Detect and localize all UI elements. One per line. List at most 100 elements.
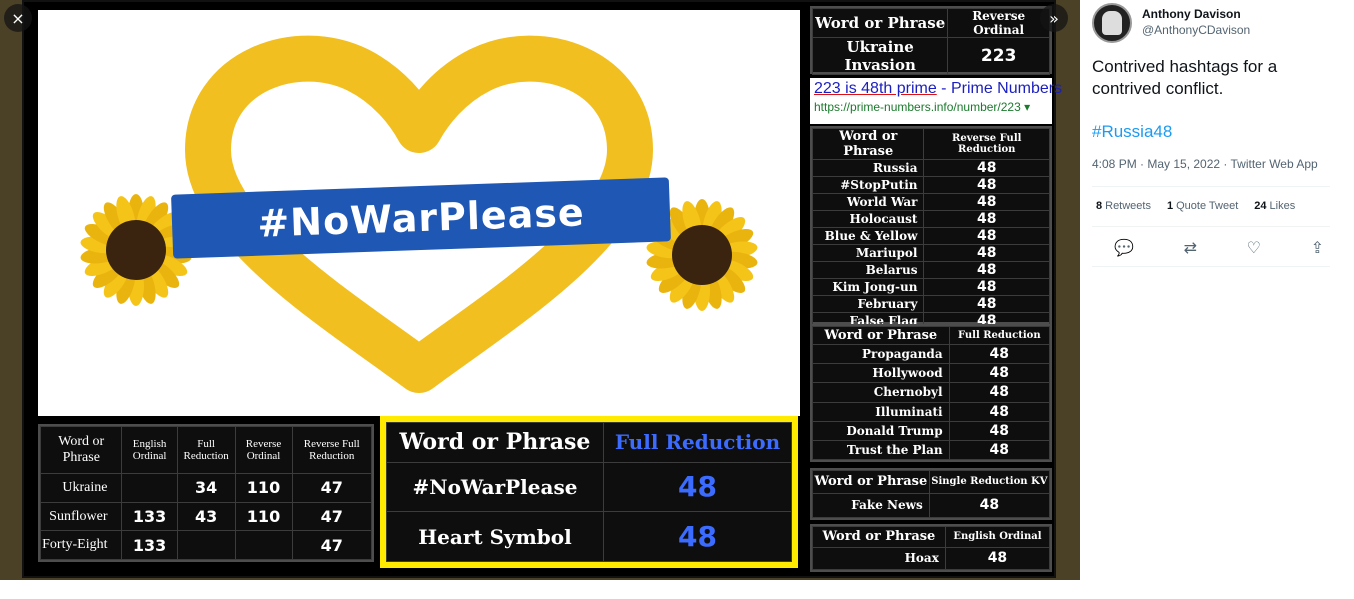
cell-value: 48: [948, 401, 1051, 422]
cell-value: 48: [923, 159, 1050, 177]
row-label: #StopPutin: [811, 176, 925, 194]
table-ukraine-invasion: Word or Phrase Reverse Ordinal Ukraine I…: [810, 6, 1052, 75]
row-label: Propaganda: [812, 344, 950, 365]
cell-value: 48: [923, 278, 1050, 296]
tweet-actions: 💬 ⇄ ♡ ⇪: [1114, 238, 1324, 257]
row-label: Blue & Yellow: [811, 227, 925, 245]
prime-result-url: https://prime-numbers.info/number/223 ▾: [814, 100, 1031, 114]
tweet-image[interactable]: #NoWarPlease Word or Phrase English Ordi…: [22, 0, 1062, 578]
table-row: #NoWarPlease 48: [386, 461, 793, 513]
retweets-count: 8: [1096, 200, 1103, 212]
divider: [1092, 266, 1330, 267]
table-row: Hoax 48: [812, 546, 1051, 571]
cell-value: 48: [923, 193, 1050, 211]
table-row: Illuminati 48: [812, 401, 1051, 422]
cell-value: 133: [121, 530, 178, 560]
likes-stat[interactable]: 24 Likes: [1254, 200, 1295, 212]
gematria-table-left: Word or Phrase English Ordinal Full Redu…: [38, 424, 374, 562]
quotes-stat[interactable]: 1 Quote Tweet: [1167, 200, 1238, 212]
reply-icon[interactable]: 💬: [1114, 238, 1134, 257]
col-header-single-reduction: Single Reduction KV: [928, 470, 1051, 494]
cell-value: 47: [291, 530, 373, 560]
col-header-reverse-ordinal: Reverse Ordinal: [947, 8, 1050, 38]
quotes-count: 1: [1166, 200, 1174, 212]
retweet-icon[interactable]: ⇄: [1184, 238, 1197, 257]
author-display-name[interactable]: Anthony Davison: [1142, 7, 1241, 21]
row-label: Mariupol: [811, 244, 925, 262]
prime-search-result[interactable]: 223 is 48th prime - Prime Numbers https:…: [810, 78, 1062, 124]
quotes-label: Quote Tweet: [1176, 200, 1239, 212]
likes-count: 24: [1254, 200, 1267, 212]
cell-value: 48: [923, 261, 1050, 279]
col-header-word: Word or Phrase: [811, 8, 949, 38]
cell-value: 48: [948, 344, 1051, 365]
table-row: Mariupol 48: [811, 244, 1050, 262]
row-label: Fake News: [812, 492, 930, 519]
cell-value: 133: [121, 501, 178, 532]
cell-value: 48: [923, 227, 1050, 245]
cell-value: 43: [176, 501, 236, 532]
row-label: Trust the Plan: [812, 439, 950, 461]
tweet-panel: Anthony Davison @AnthonyCDavison Contriv…: [1080, 0, 1354, 599]
table-row: Holocaust 48: [811, 210, 1050, 228]
col-header-full-reduction: Full Reduction: [176, 425, 236, 475]
cell-value: 48: [928, 492, 1051, 519]
cell-value: [121, 473, 178, 503]
table-single-reduction: Word or Phrase Single Reduction KV Fake …: [810, 468, 1052, 520]
row-label: Illuminati: [812, 401, 950, 422]
table-row: Kim Jong-un 48: [811, 278, 1050, 296]
cell-value: 48: [923, 244, 1050, 262]
like-icon[interactable]: ♡: [1247, 238, 1261, 257]
row-label: Sunflower: [39, 501, 123, 532]
prime-title-prefix: 223 is 48th prime: [814, 80, 937, 97]
col-header-word: Word or Phrase: [812, 526, 946, 548]
avatar-figure-icon: [1102, 11, 1122, 35]
table-row: Forty-Eight 133 47: [39, 530, 373, 560]
col-header-word: Word or Phrase: [812, 470, 930, 494]
table-row: Fake News 48: [812, 492, 1051, 519]
banner-text: #NoWarPlease: [256, 190, 586, 246]
author-handle[interactable]: @AnthonyCDavison: [1142, 23, 1250, 37]
cell-value: 48: [602, 511, 793, 562]
cell-value: 48: [948, 363, 1051, 384]
tweet-timestamp[interactable]: 4:08 PM · May 15, 2022 · Twitter Web App: [1092, 157, 1318, 171]
cell-value: 110: [234, 473, 293, 503]
hashtag-link[interactable]: #Russia48: [1092, 122, 1172, 142]
heart-illustration: #NoWarPlease: [38, 10, 800, 416]
col-header-full-reduction: Full Reduction: [602, 422, 793, 463]
row-label: Ukraine Invasion: [811, 37, 949, 75]
cell-value: 223: [947, 37, 1050, 75]
next-image-icon[interactable]: »: [1040, 4, 1068, 32]
tweet-stats: 8 Retweets 1 Quote Tweet 24 Likes: [1096, 200, 1295, 212]
sunflower-center: [672, 225, 732, 285]
row-label: Hoax: [812, 546, 946, 571]
col-header-method: Reverse Full Reduction: [923, 128, 1050, 160]
table-row: World War 48: [811, 193, 1050, 211]
table-row: Ukraine 34 110 47: [39, 473, 373, 503]
row-label: Hollywood: [812, 363, 950, 384]
row-label: Kim Jong-un: [811, 278, 925, 296]
cell-value: 110: [234, 501, 293, 532]
tweet-text: Contrived hashtags for a contrived confl…: [1092, 57, 1278, 98]
table-row: Chernobyl 48: [812, 382, 1051, 403]
retweets-stat[interactable]: 8 Retweets: [1096, 200, 1151, 212]
col-header-reverse-full-reduction: Reverse Full Reduction: [291, 425, 373, 475]
row-label: Donald Trump: [812, 420, 950, 441]
cell-value: 48: [948, 420, 1051, 441]
col-header-english-ordinal: English Ordinal: [121, 425, 178, 475]
prime-result-title[interactable]: 223 is 48th prime - Prime Numbers: [814, 80, 1062, 98]
avatar[interactable]: [1092, 3, 1132, 43]
cell-value: 48: [948, 382, 1051, 403]
likes-label: Likes: [1269, 200, 1296, 212]
table-row: Trust the Plan 48: [812, 439, 1051, 461]
col-header-word: Word or Phrase: [812, 325, 950, 346]
table-full-reduction: Word or Phrase Full Reduction Propaganda 48…: [810, 324, 1052, 462]
table-reverse-full-reduction: Word or Phrase Reverse Full Reduction Russ…: [810, 126, 1052, 330]
retweets-label: Retweets: [1105, 200, 1151, 212]
close-icon[interactable]: ×: [4, 4, 32, 32]
cell-value: 48: [602, 461, 793, 513]
col-header-word: Word or Phrase: [39, 425, 123, 475]
share-icon[interactable]: ⇪: [1311, 238, 1324, 257]
row-label: Heart Symbol: [386, 511, 604, 562]
row-label: Belarus: [811, 261, 925, 279]
